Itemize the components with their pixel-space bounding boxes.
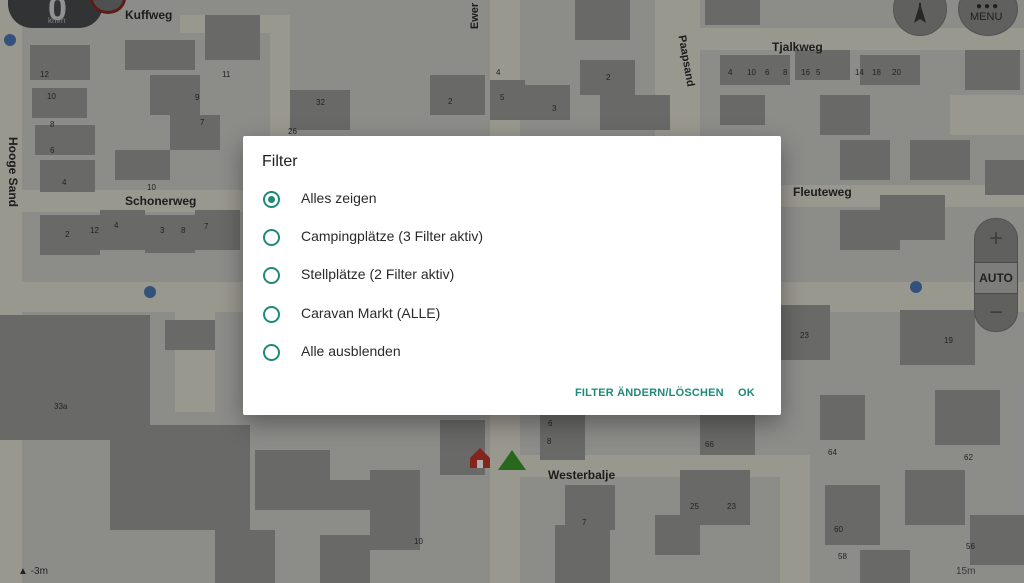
filter-option-stellplaetze[interactable]: Stellplätze (2 Filter aktiv)	[243, 255, 781, 293]
filter-dialog: Filter Alles zeigen Campingplätze (3 Fil…	[243, 136, 781, 415]
option-label: Alles zeigen	[301, 190, 377, 206]
filter-option-caravan-markt[interactable]: Caravan Markt (ALLE)	[243, 294, 781, 332]
option-label: Campingplätze (3 Filter aktiv)	[301, 228, 484, 244]
ok-button[interactable]: OK	[738, 387, 755, 399]
filter-option-alle-ausblenden[interactable]: Alle ausblenden	[243, 332, 781, 370]
radio-button[interactable]	[263, 267, 280, 284]
filter-option-campingplaetze[interactable]: Campingplätze (3 Filter aktiv)	[243, 217, 781, 255]
option-label: Stellplätze (2 Filter aktiv)	[301, 266, 455, 282]
radio-button-checked[interactable]	[263, 191, 280, 208]
radio-button[interactable]	[263, 344, 280, 361]
dialog-title: Filter	[262, 153, 298, 170]
radio-button[interactable]	[263, 306, 280, 323]
option-label: Alle ausblenden	[301, 343, 401, 359]
edit-filter-button[interactable]: FILTER ÄNDERN/LÖSCHEN	[575, 387, 724, 399]
filter-option-alles-zeigen[interactable]: Alles zeigen	[243, 179, 781, 217]
radio-button[interactable]	[263, 229, 280, 246]
option-label: Caravan Markt (ALLE)	[301, 305, 441, 321]
